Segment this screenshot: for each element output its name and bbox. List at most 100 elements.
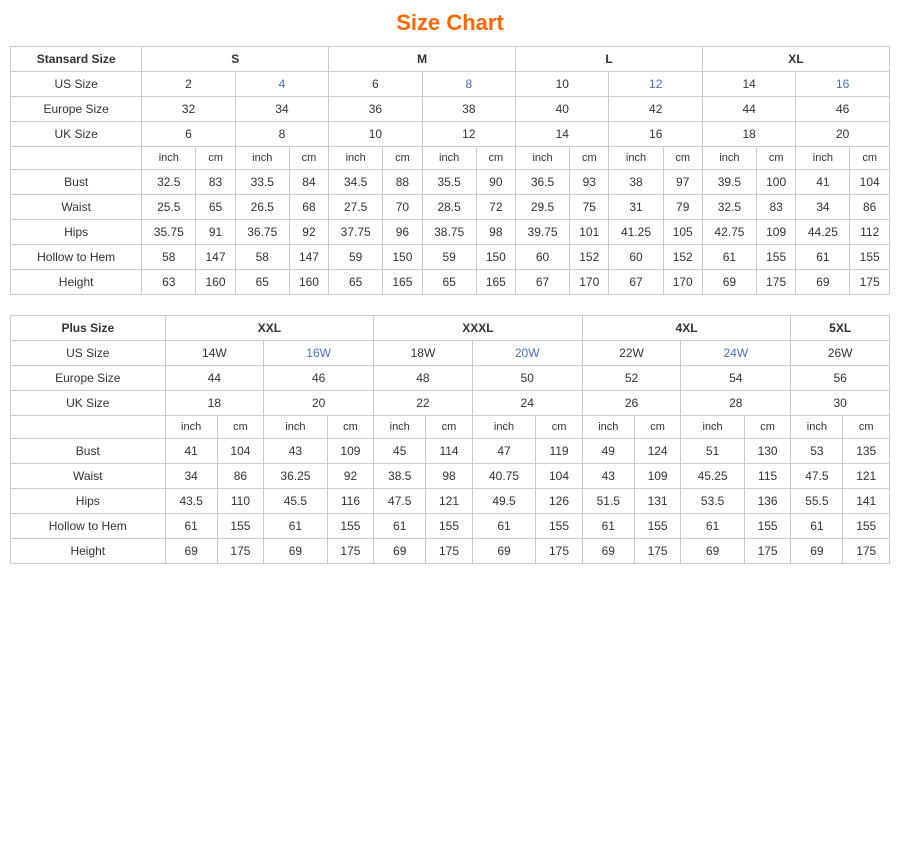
standard-chart: Stansard Size S M L XL US Size2468101214… [10, 46, 890, 295]
europe-size-value: 46 [264, 366, 374, 391]
bust-value: 114 [426, 439, 472, 464]
unit-subheader: inch [472, 416, 536, 439]
hips-value: 35.75 [142, 220, 196, 245]
unit-subheader: inch [516, 147, 570, 170]
hollow-value: 155 [756, 245, 795, 270]
unit-subheader: cm [426, 416, 472, 439]
xxl-header: XXL [165, 316, 374, 341]
hips-value: 109 [756, 220, 795, 245]
page-title: Size Chart [10, 10, 890, 36]
waist-value: 86 [850, 195, 890, 220]
uk-size-label: UK Size [11, 122, 142, 147]
hollow-label: Hollow to Hem [11, 514, 166, 539]
unit-subheader: cm [327, 416, 373, 439]
hollow-value: 61 [165, 514, 217, 539]
hollow-value: 61 [796, 245, 850, 270]
us-size-value: 22W [582, 341, 681, 366]
uk-size-label: UK Size [11, 391, 166, 416]
unit-subheader: inch [582, 416, 634, 439]
unit-subheader: inch [791, 416, 843, 439]
hips-value: 141 [843, 489, 890, 514]
bust-value: 83 [196, 170, 235, 195]
uk-size-value: 14 [516, 122, 609, 147]
uk-size-value: 20 [264, 391, 374, 416]
hollow-value: 61 [681, 514, 745, 539]
hips-value: 53.5 [681, 489, 745, 514]
bust-value: 43 [264, 439, 328, 464]
us-size-value: 10 [516, 72, 609, 97]
unit-subheader: cm [289, 147, 328, 170]
uk-size-value: 30 [791, 391, 890, 416]
hips-value: 126 [536, 489, 582, 514]
bust-value: 119 [536, 439, 582, 464]
waist-value: 65 [196, 195, 235, 220]
bust-value: 130 [744, 439, 790, 464]
europe-size-value: 36 [329, 97, 422, 122]
uk-size-value: 22 [374, 391, 473, 416]
hips-value: 98 [476, 220, 515, 245]
hips-value: 116 [327, 489, 373, 514]
hollow-value: 59 [329, 245, 383, 270]
standard-table: Stansard Size S M L XL US Size2468101214… [10, 46, 890, 295]
waist-value: 32.5 [702, 195, 756, 220]
hips-value: 44.25 [796, 220, 850, 245]
us-size-label: US Size [11, 72, 142, 97]
bust-value: 51 [681, 439, 745, 464]
hips-value: 112 [850, 220, 890, 245]
height-value: 65 [329, 270, 383, 295]
waist-value: 86 [217, 464, 263, 489]
bust-label: Bust [11, 439, 166, 464]
plus-table: Plus Size XXL XXXL 4XL 5XL US Size14W16W… [10, 315, 890, 564]
unit-label [11, 147, 142, 170]
hips-label: Hips [11, 220, 142, 245]
bust-value: 39.5 [702, 170, 756, 195]
europe-size-label: Europe Size [11, 366, 166, 391]
hips-value: 105 [663, 220, 702, 245]
unit-subheader: cm [570, 147, 609, 170]
height-value: 175 [843, 539, 890, 564]
uk-size-value: 26 [582, 391, 681, 416]
bust-value: 84 [289, 170, 328, 195]
bust-value: 104 [217, 439, 263, 464]
waist-label: Waist [11, 195, 142, 220]
unit-subheader: cm [850, 147, 890, 170]
us-size-label: US Size [11, 341, 166, 366]
hollow-value: 155 [217, 514, 263, 539]
waist-value: 98 [426, 464, 472, 489]
hips-value: 36.75 [235, 220, 289, 245]
hips-value: 47.5 [374, 489, 426, 514]
uk-size-value: 24 [472, 391, 582, 416]
height-value: 65 [422, 270, 476, 295]
bust-value: 90 [476, 170, 515, 195]
europe-size-value: 32 [142, 97, 235, 122]
hips-value: 39.75 [516, 220, 570, 245]
s-header: S [142, 47, 329, 72]
unit-subheader: cm [217, 416, 263, 439]
waist-value: 45.25 [681, 464, 745, 489]
standard-size-label: Stansard Size [11, 47, 142, 72]
us-size-value: 26W [791, 341, 890, 366]
height-value: 175 [744, 539, 790, 564]
waist-value: 83 [756, 195, 795, 220]
unit-subheader: cm [476, 147, 515, 170]
waist-value: 43 [582, 464, 634, 489]
bust-value: 88 [383, 170, 422, 195]
hips-value: 43.5 [165, 489, 217, 514]
us-size-value: 18W [374, 341, 473, 366]
bust-label: Bust [11, 170, 142, 195]
height-label: Height [11, 270, 142, 295]
hollow-value: 61 [264, 514, 328, 539]
bust-value: 45 [374, 439, 426, 464]
height-value: 67 [516, 270, 570, 295]
height-value: 175 [327, 539, 373, 564]
hips-value: 110 [217, 489, 263, 514]
unit-subheader: inch [329, 147, 383, 170]
height-value: 69 [472, 539, 536, 564]
hollow-value: 155 [327, 514, 373, 539]
waist-value: 92 [327, 464, 373, 489]
unit-subheader: cm [843, 416, 890, 439]
uk-size-value: 16 [609, 122, 702, 147]
waist-value: 47.5 [791, 464, 843, 489]
waist-value: 104 [536, 464, 582, 489]
hips-value: 37.75 [329, 220, 383, 245]
